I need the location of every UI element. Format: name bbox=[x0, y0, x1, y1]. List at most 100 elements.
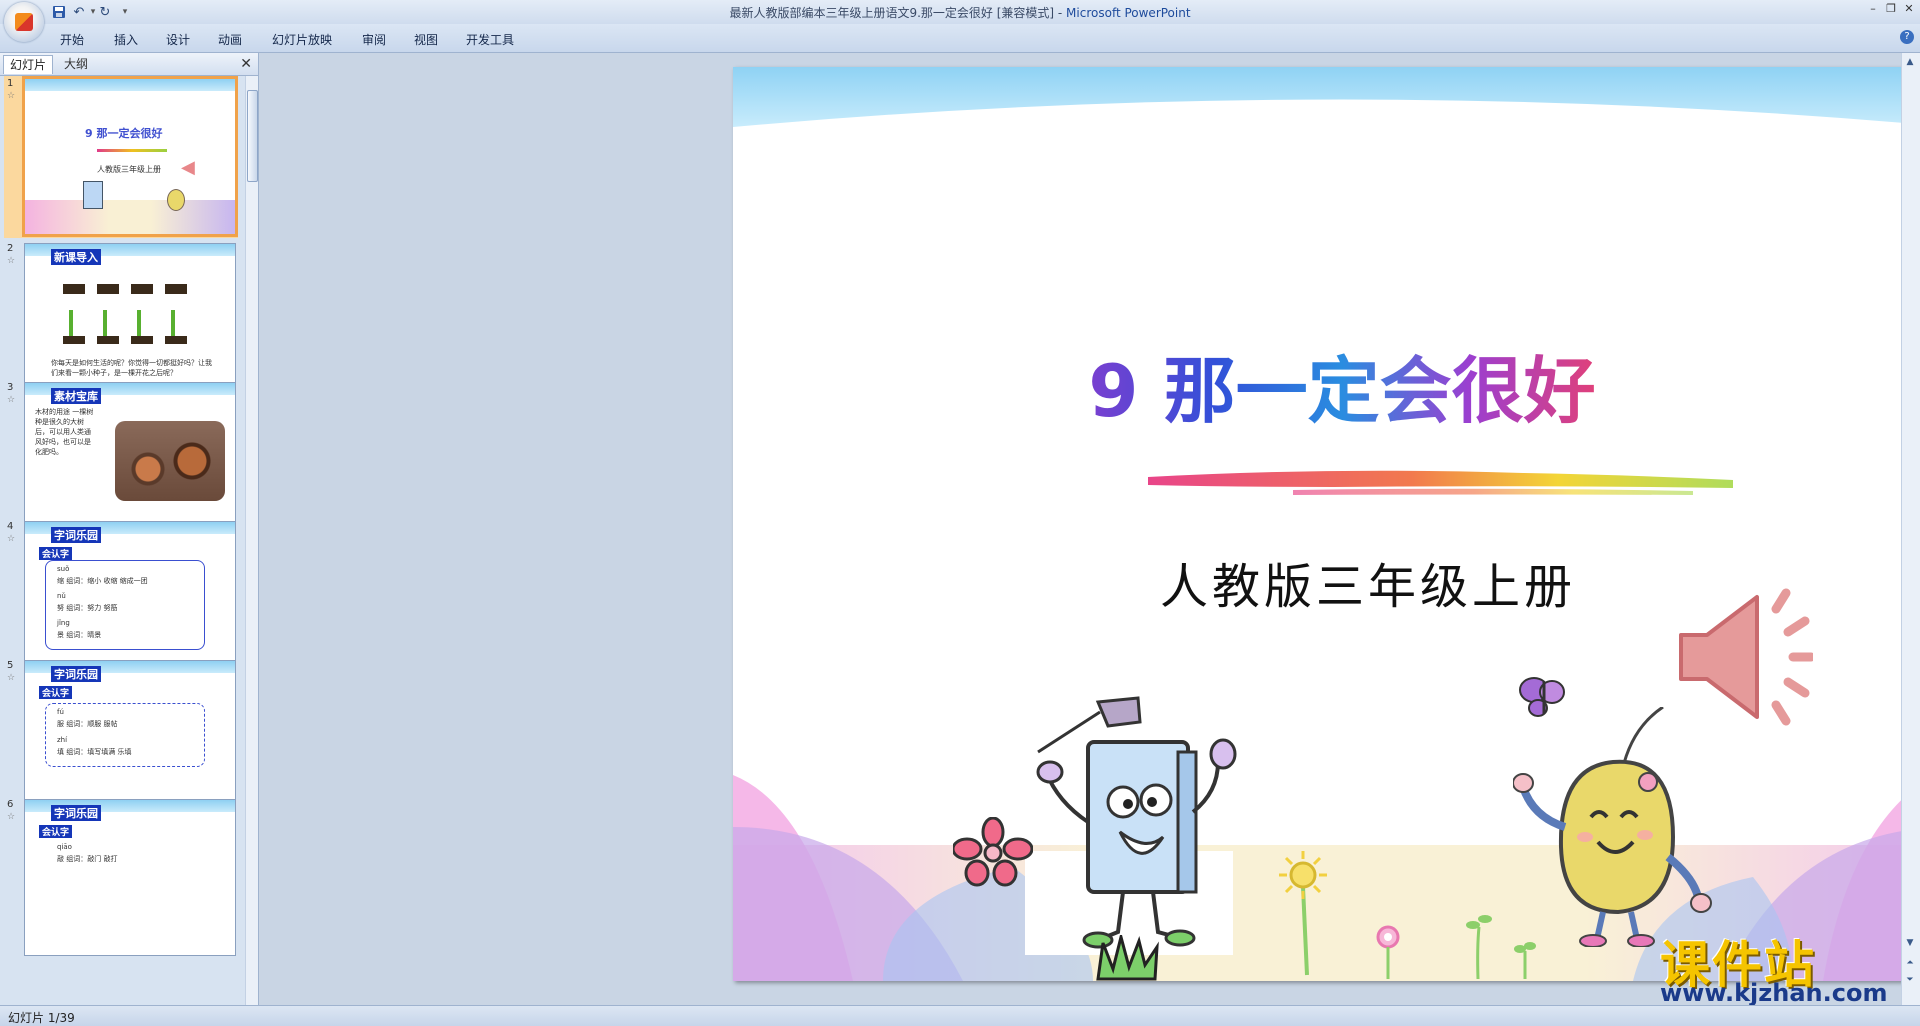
office-logo-icon bbox=[15, 13, 33, 31]
animation-star-icon: ☆ bbox=[7, 395, 16, 405]
speaker-icon: ◀ bbox=[181, 157, 195, 178]
editor-scrollbar[interactable]: ▲ ▼ ⏶ ⏷ bbox=[1901, 53, 1920, 1005]
thumbnail-number: 4 bbox=[7, 521, 14, 532]
ground-decoration bbox=[25, 200, 235, 234]
brush-stroke bbox=[97, 149, 167, 152]
thumbnail-label: 会认字 bbox=[39, 686, 73, 699]
thumbnail-preview: 字词乐园 会认字 qiāo 敲 组词：敲门 敲打 bbox=[24, 799, 236, 956]
tab-design[interactable]: 设计 bbox=[166, 31, 190, 48]
soil-mounds bbox=[63, 284, 193, 294]
thumbnail-list: 1 ☆ 9 那一定会很好 人教版三年级上册 ◀ 2 ☆ 新课导入 你每天是如何生… bbox=[0, 76, 244, 1005]
flower-icon bbox=[953, 817, 1033, 887]
pear-character-icon bbox=[1513, 707, 1712, 947]
thumbnail-text: 你每天是如何生活的呢？你觉得一切都挺好吗？让我们来看一颗小种子，是一棵开花之后呢… bbox=[51, 359, 212, 377]
animation-star-icon: ☆ bbox=[7, 534, 16, 544]
thumbnail-label: 会认字 bbox=[39, 547, 73, 560]
animation-star-icon: ☆ bbox=[7, 812, 16, 822]
book-character-icon bbox=[1036, 696, 1237, 949]
sprouts bbox=[69, 310, 189, 336]
thumbnail-preview: 素材宝库 木材的用途 一棵树种是很久的大树后，可以用人类通风好吗，也可以是化肥吗… bbox=[24, 382, 236, 539]
tab-slideshow[interactable]: 幻灯片放映 bbox=[272, 31, 332, 48]
animation-star-icon: ☆ bbox=[7, 91, 16, 101]
watermark-url: www.kjzhan.com bbox=[1660, 979, 1888, 1007]
slides-panel: 幻灯片 大纲 ✕ 1 ☆ 9 那一定会很好 人教版三年级上册 ◀ 2 ☆ 新课导… bbox=[0, 53, 259, 1005]
animation-star-icon: ☆ bbox=[7, 673, 16, 683]
panel-close-icon[interactable]: ✕ bbox=[240, 56, 252, 72]
vocab-row: zhí bbox=[57, 736, 68, 744]
animation-star-icon: ☆ bbox=[7, 256, 16, 266]
speaker-icon[interactable] bbox=[1673, 587, 1813, 727]
thumbnail-text: 木材的用途 一棵树种是很久的大树后，可以用人类通风好吗，也可以是化肥吗。 bbox=[35, 408, 94, 456]
scrollbar-thumb[interactable] bbox=[247, 90, 258, 182]
thumbnail-scrollbar[interactable] bbox=[245, 76, 258, 1005]
vocab-row: fú bbox=[57, 708, 64, 716]
close-icon[interactable]: ✕ bbox=[1900, 2, 1918, 18]
minimize-icon[interactable]: – bbox=[1864, 2, 1882, 18]
vocab-row: 敲 组词：敲门 敲打 bbox=[57, 855, 118, 863]
sunflower-icon bbox=[1279, 851, 1327, 976]
thumbnail-number: 5 bbox=[7, 660, 14, 671]
pear-character-icon bbox=[167, 189, 185, 211]
panel-tabs: 幻灯片 大纲 ✕ bbox=[0, 53, 258, 76]
slide-background bbox=[733, 67, 1920, 981]
slide-counter: 幻灯片 1/39 bbox=[8, 1011, 75, 1025]
vocab-row: jǐng bbox=[57, 619, 70, 627]
tab-slides[interactable]: 幻灯片 bbox=[3, 55, 54, 74]
thumbnail-preview: 新课导入 你每天是如何生活的呢？你觉得一切都挺好吗？让我们来看一颗小种子，是一棵… bbox=[24, 243, 236, 400]
thumbnail-preview: 字词乐园 会认字 fú 服 组词：顺服 服帖 zhí 填 组词：填写填满 乐填 bbox=[24, 660, 236, 817]
thumbnail-title: 新课导入 bbox=[51, 249, 101, 265]
tab-review[interactable]: 审阅 bbox=[362, 31, 386, 48]
thumbnail-preview: 字词乐园 会认字 suǒ 缩 组词：缩小 收缩 缩成一团 nǔ 努 组词：努力 … bbox=[24, 521, 236, 678]
site-watermark: 课件站 www.kjzhan.com bbox=[1660, 925, 1900, 1007]
thumbnail-title: 9 那一定会很好 bbox=[85, 127, 163, 140]
vocab-row: qiāo bbox=[57, 843, 72, 851]
title-bar: ↶ ▾ ↻ ▾ 最新人教版部编本三年级上册语文9.那一定会很好 [兼容模式] -… bbox=[0, 0, 1920, 42]
tab-developer[interactable]: 开发工具 bbox=[466, 31, 514, 48]
thumbnail-5[interactable]: 5 ☆ 字词乐园 会认字 fú 服 组词：顺服 服帖 zhí 填 组词：填写填满… bbox=[4, 658, 238, 818]
thumbnail-label: 会认字 bbox=[39, 825, 73, 838]
grass-icon bbox=[1096, 935, 1159, 981]
slide-canvas[interactable]: 9 那一定会很好 人教版三年级上册 bbox=[733, 67, 1920, 981]
tab-animations[interactable]: 动画 bbox=[218, 31, 242, 48]
thumbnail-4[interactable]: 4 ☆ 字词乐园 会认字 suǒ 缩 组词：缩小 收缩 缩成一团 nǔ 努 组词… bbox=[4, 519, 238, 679]
thumbnail-title: 字词乐园 bbox=[51, 666, 101, 682]
slide-editor: 9 那一定会很好 人教版三年级上册 bbox=[259, 53, 1920, 1005]
scroll-up-icon[interactable]: ▲ bbox=[1904, 57, 1916, 69]
status-bar: 幻灯片 1/39 bbox=[0, 1005, 1920, 1026]
thumbnail-number: 2 bbox=[7, 243, 14, 254]
tab-insert[interactable]: 插入 bbox=[114, 31, 138, 48]
vocab-row: 填 组词：填写填满 乐填 bbox=[57, 748, 132, 756]
logs-photo bbox=[115, 421, 225, 501]
thumbnail-3[interactable]: 3 ☆ 素材宝库 木材的用途 一棵树种是很久的大树后，可以用人类通风好吗，也可以… bbox=[4, 380, 238, 540]
previous-slide-icon[interactable]: ⏶ bbox=[1904, 958, 1916, 972]
tab-view[interactable]: 视图 bbox=[414, 31, 438, 48]
thumbnail-title: 字词乐园 bbox=[51, 527, 101, 543]
slide-title[interactable]: 9 那一定会很好 bbox=[733, 332, 1920, 437]
thumbnail-2[interactable]: 2 ☆ 新课导入 你每天是如何生活的呢？你觉得一切都挺好吗？让我们来看一颗小种子… bbox=[4, 241, 238, 401]
vocab-row: suǒ bbox=[57, 565, 70, 573]
soil-mounds bbox=[63, 336, 193, 344]
sprout-icon bbox=[1466, 915, 1492, 980]
next-slide-icon[interactable]: ⏷ bbox=[1904, 975, 1916, 989]
thumbnail-6[interactable]: 6 ☆ 字词乐园 会认字 qiāo 敲 组词：敲门 敲打 bbox=[4, 797, 238, 957]
tab-outline[interactable]: 大纲 bbox=[58, 55, 94, 73]
help-icon[interactable]: ? bbox=[1900, 30, 1914, 44]
thumbnail-subtitle: 人教版三年级上册 bbox=[97, 165, 161, 174]
thumbnail-title: 字词乐园 bbox=[51, 805, 101, 821]
office-button[interactable] bbox=[4, 2, 44, 42]
tab-home[interactable]: 开始 bbox=[60, 31, 84, 48]
vocab-row: nǔ bbox=[57, 592, 66, 600]
thumbnail-number: 3 bbox=[7, 382, 14, 393]
ribbon-tabs: 开始 插入 设计 动画 幻灯片放映 审阅 视图 开发工具 ? bbox=[0, 24, 1920, 53]
thumbnail-number: 6 bbox=[7, 799, 14, 810]
vocab-row: 服 组词：顺服 服帖 bbox=[57, 720, 118, 728]
scroll-down-icon[interactable]: ▼ bbox=[1904, 938, 1916, 950]
vocab-row: 缩 组词：缩小 收缩 缩成一团 bbox=[57, 577, 148, 585]
vocab-row: 景 组词：晴景 bbox=[57, 631, 102, 639]
restore-icon[interactable]: ❐ bbox=[1882, 2, 1900, 18]
vocab-row: 努 组词：努力 努筋 bbox=[57, 604, 118, 612]
sky-decoration bbox=[25, 79, 235, 91]
thumbnail-1[interactable]: 1 ☆ 9 那一定会很好 人教版三年级上册 ◀ bbox=[4, 76, 238, 238]
small-flower-icon bbox=[1376, 925, 1400, 979]
book-character-icon bbox=[83, 181, 103, 209]
